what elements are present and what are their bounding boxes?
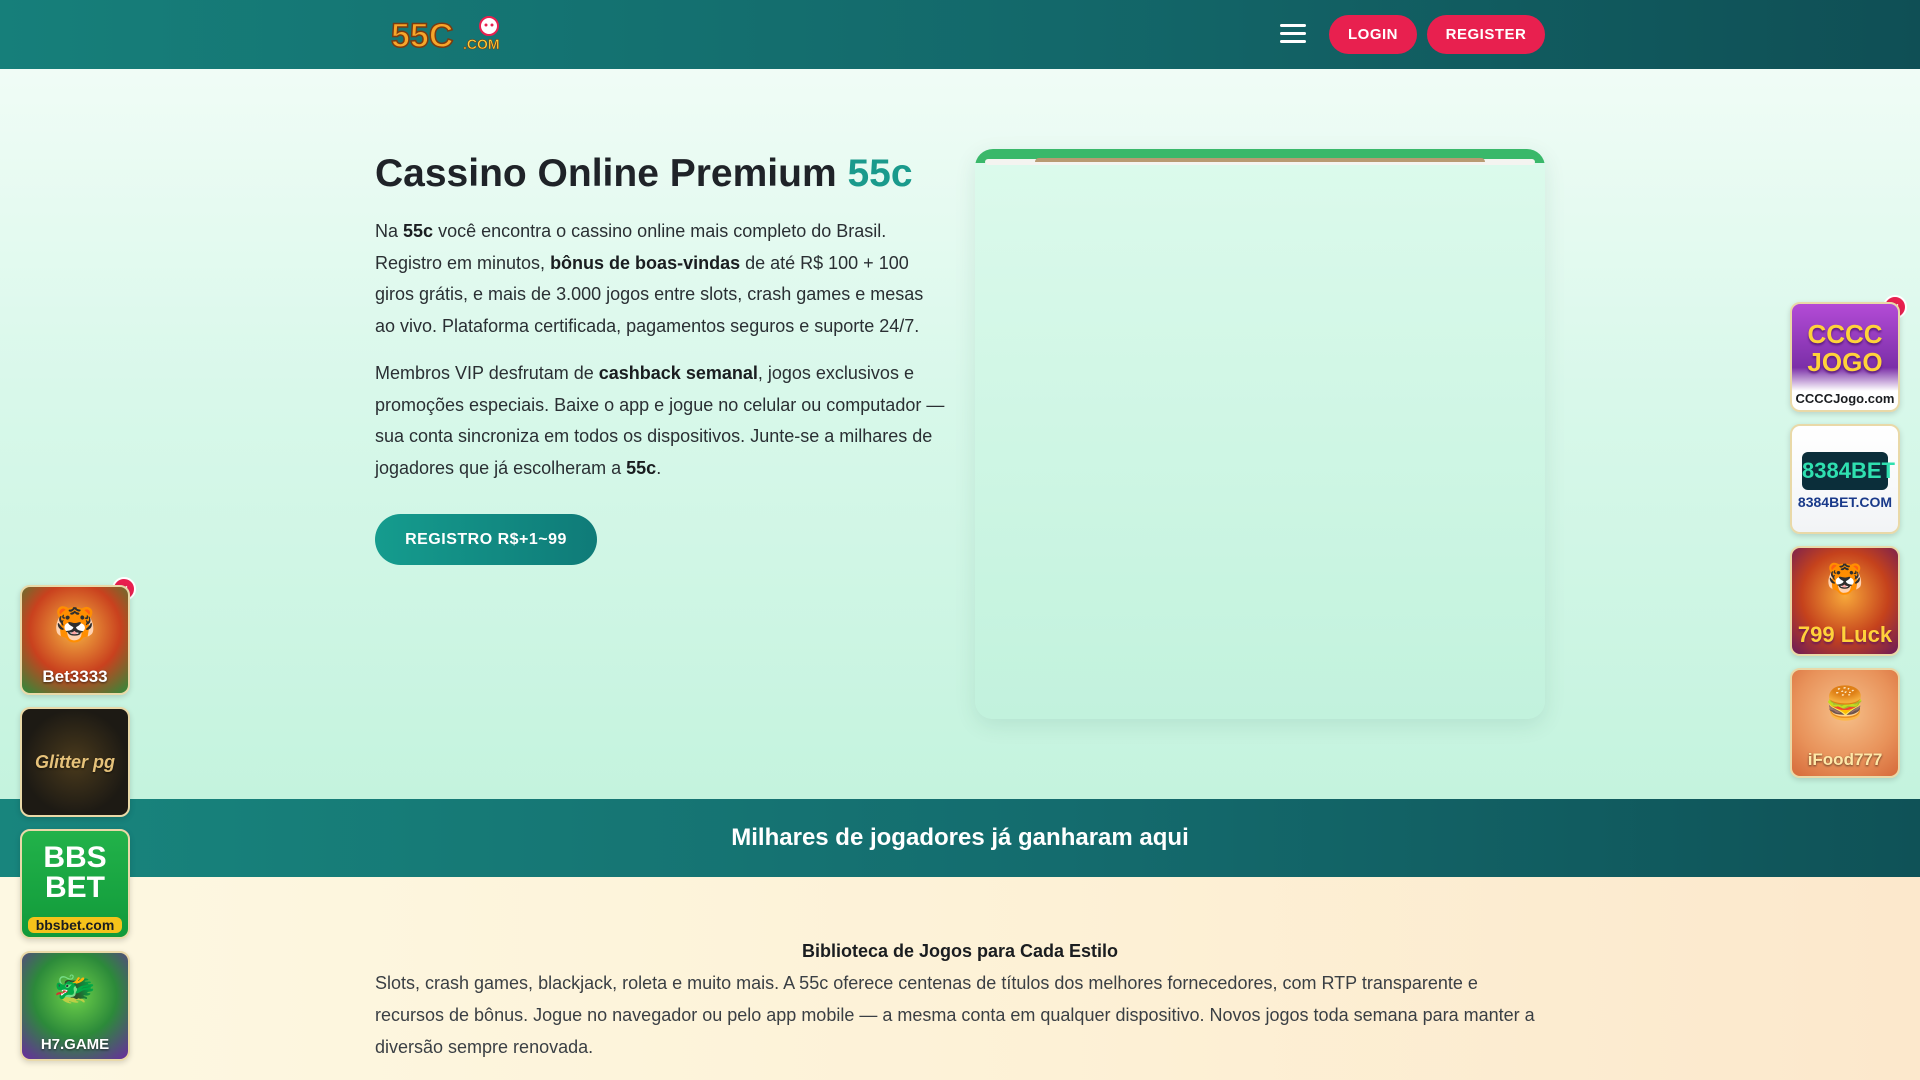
text: Na: [375, 221, 404, 241]
game-library-section: Biblioteca de Jogos para Cada Estilo Slo…: [0, 877, 1920, 1080]
menu-line: [1280, 24, 1306, 27]
text: Membros VIP desfrutam de: [375, 363, 599, 383]
hamburger-menu-icon[interactable]: [1280, 24, 1306, 44]
text: .: [656, 457, 662, 478]
app-label: Bet3333: [42, 667, 108, 686]
hero-paragraph-1: Na 55c você encontra o cassino online ma…: [375, 216, 945, 342]
hero-media-frame[interactable]: [975, 149, 1545, 719]
app-icon-8384bet[interactable]: 8384BET 8384BET.COM: [1790, 424, 1900, 534]
hero-title: Cassino Online Premium 55c: [375, 152, 913, 196]
bold-text: 55c: [403, 221, 434, 241]
app-big-text: 8384BET: [1802, 452, 1895, 490]
app-icon-ifood777[interactable]: 🍔 iFood777: [1790, 668, 1900, 778]
logo[interactable]: 55C .COM: [389, 14, 509, 56]
logo-image: 55C .COM: [390, 16, 500, 56]
svg-text:55C: 55C: [391, 17, 453, 55]
bold-text: bônus de boas-vindas: [550, 252, 741, 273]
tiger-icon: 🐯: [1826, 563, 1864, 596]
hero-title-main: Cassino Online Premium: [375, 152, 837, 195]
hero-section: Cassino Online Premium 55c Na 55c você e…: [0, 69, 1920, 799]
hero-paragraph-2: Membros VIP desfrutam de cashback semana…: [375, 358, 945, 484]
app-label: bbsbet.com: [28, 917, 122, 933]
app-label: CCCCJogo.com: [1795, 391, 1895, 406]
app-icon-bet3333[interactable]: 🐯 Bet3333: [20, 585, 130, 695]
app-icon-ccccjogo[interactable]: CCCC JOGO CCCCJogo.com: [1790, 302, 1900, 412]
app-big-text: BBS BET: [43, 841, 107, 904]
app-icon-bbsbet[interactable]: BBS BET bbsbet.com: [20, 829, 130, 939]
app-label: 799 Luck: [1797, 622, 1893, 647]
tiger-icon: 🐯: [53, 606, 97, 644]
menu-line: [1280, 32, 1306, 35]
game-library-title: Biblioteca de Jogos para Cada Estilo: [801, 941, 1119, 961]
site-header: 55C .COM LOGIN REGISTER: [0, 0, 1920, 69]
media-top-arch: [1035, 158, 1485, 162]
app-big-text: CCCC JOGO: [1807, 319, 1883, 377]
app-label: 8384BET.COM: [1797, 494, 1893, 510]
hero-title-accent: 55c: [847, 152, 913, 195]
bold-text: cashback semanal: [598, 363, 758, 383]
menu-line: [1280, 40, 1306, 43]
app-label: Glitter pg: [35, 752, 115, 772]
right-app-column: CCCC JOGO CCCCJogo.com 8384BET 8384BET.C…: [1790, 302, 1902, 790]
app-label: iFood777: [1807, 750, 1883, 769]
dragon-icon: 🐲: [53, 970, 97, 1008]
app-label: H7.GAME: [40, 1036, 110, 1053]
food-icon: 🍔: [1825, 685, 1865, 721]
left-app-column: 🐯 Bet3333 Glitter pg BBS BET bbsbet.com …: [20, 585, 132, 1073]
game-library-text: Slots, crash games, blackjack, roleta e …: [375, 973, 1535, 1057]
app-icon-h7game[interactable]: 🐲 H7.GAME: [20, 951, 130, 1061]
register-bonus-button[interactable]: REGISTRO R$+1~99: [375, 514, 597, 565]
winners-banner: Milhares de jogadores já ganharam aqui: [0, 799, 1920, 877]
register-button[interactable]: REGISTER: [1427, 15, 1545, 54]
login-button[interactable]: LOGIN: [1329, 15, 1417, 54]
winners-banner-text: Milhares de jogadores já ganharam aqui: [731, 824, 1189, 851]
svg-text:.COM: .COM: [463, 36, 500, 52]
app-icon-799luck[interactable]: 🐯 799 Luck: [1790, 546, 1900, 656]
app-icon-glitter-pg[interactable]: Glitter pg: [20, 707, 130, 817]
bold-text: 55c: [626, 457, 657, 478]
